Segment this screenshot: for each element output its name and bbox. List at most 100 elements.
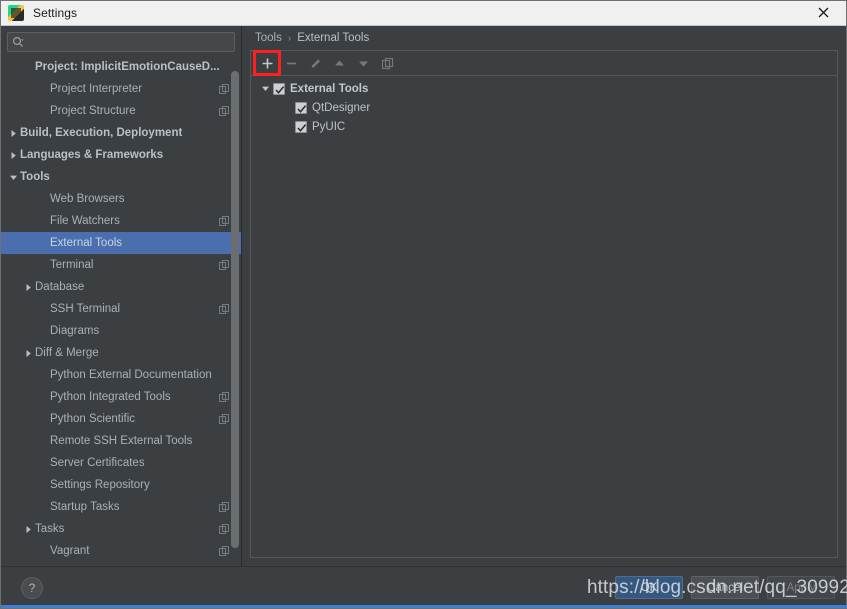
- sidebar-item-python-scientific[interactable]: Python Scientific: [1, 408, 241, 430]
- breadcrumb-separator-icon: ›: [287, 32, 292, 44]
- sidebar-item-project-interpreter[interactable]: Project Interpreter: [1, 78, 241, 100]
- sidebar-item-remote-ssh-external-tools[interactable]: Remote SSH External Tools: [1, 430, 241, 452]
- copy-settings-icon: [219, 546, 229, 556]
- sidebar-item-label: SSH Terminal: [50, 303, 121, 315]
- tools-tree-row[interactable]: PyUIC: [251, 117, 837, 136]
- dialog-footer: ? OK Cancel Apply: [1, 566, 846, 608]
- breadcrumb-current: External Tools: [297, 32, 370, 44]
- sidebar-scrollbar-track[interactable]: [231, 64, 239, 558]
- search-box[interactable]: [7, 32, 235, 52]
- remove-button: [280, 53, 302, 73]
- sidebar-item-label: Project Structure: [50, 105, 136, 117]
- title-bar: Settings: [1, 1, 846, 26]
- sidebar-item-diff-merge[interactable]: Diff & Merge: [1, 342, 241, 364]
- copy-icon: [381, 57, 393, 69]
- check-icon: [275, 85, 285, 94]
- sidebar-item-python-external-documentation[interactable]: Python External Documentation: [1, 364, 241, 386]
- edit-button: [304, 53, 326, 73]
- copy-settings-icon: [219, 502, 229, 512]
- sidebar-item-file-watchers[interactable]: File Watchers: [1, 210, 241, 232]
- search-input[interactable]: [28, 34, 230, 50]
- chevron-right-icon[interactable]: [7, 151, 20, 160]
- tools-tree-label: PyUIC: [312, 120, 346, 133]
- checkbox[interactable]: [295, 120, 307, 133]
- sidebar-tree-scroll: Project: ImplicitEmotionCauseD... Project…: [1, 56, 241, 566]
- sidebar-item-diagrams[interactable]: Diagrams: [1, 320, 241, 342]
- chevron-right-icon[interactable]: [22, 525, 35, 534]
- sidebar-item-server-certificates[interactable]: Server Certificates: [1, 452, 241, 474]
- chevron-right-icon[interactable]: [22, 283, 35, 292]
- copy-settings-icon: [219, 304, 229, 314]
- sidebar-item-build-execution-deployment[interactable]: Build, Execution, Deployment: [1, 122, 241, 144]
- chevron-right-icon[interactable]: [7, 129, 20, 138]
- sidebar-item-external-tools[interactable]: External Tools: [1, 232, 241, 254]
- search-container: [1, 26, 241, 56]
- copy-button: [376, 53, 398, 73]
- copy-settings-icon: [219, 84, 229, 94]
- tools-tree-label: QtDesigner: [312, 101, 371, 114]
- apply-button[interactable]: Apply: [767, 576, 835, 599]
- sidebar-item-project-implicitemotioncaused[interactable]: Project: ImplicitEmotionCauseD...: [1, 56, 241, 78]
- sidebar-item-label: Terminal: [50, 259, 94, 271]
- copy-settings-icon: [219, 216, 229, 226]
- checkbox[interactable]: [273, 82, 285, 95]
- dialog-button-group: OK Cancel Apply: [615, 576, 835, 599]
- breadcrumb: Tools › External Tools: [242, 26, 846, 50]
- close-icon[interactable]: [801, 1, 846, 24]
- sidebar-item-ssh-terminal[interactable]: SSH Terminal: [1, 298, 241, 320]
- search-icon: [12, 36, 24, 47]
- sidebar-item-settings-repository[interactable]: Settings Repository: [1, 474, 241, 496]
- tools-tree: External Tools QtDesigner PyUIC: [251, 76, 837, 557]
- sidebar-item-web-browsers[interactable]: Web Browsers: [1, 188, 241, 210]
- chevron-right-icon[interactable]: [22, 349, 35, 358]
- sidebar-item-label: External Tools: [50, 237, 123, 249]
- sidebar-item-languages-frameworks[interactable]: Languages & Frameworks: [1, 144, 241, 166]
- sidebar-scrollbar-thumb[interactable]: [231, 71, 239, 548]
- sidebar-item-label: Tasks: [35, 523, 65, 535]
- tools-tree-row[interactable]: External Tools: [251, 79, 837, 98]
- sidebar-item-label: Server Certificates: [50, 457, 145, 469]
- sidebar-item-python-integrated-tools[interactable]: Python Integrated Tools: [1, 386, 241, 408]
- ok-button[interactable]: OK: [615, 576, 683, 599]
- move-up-button: [328, 53, 350, 73]
- sidebar-item-startup-tasks[interactable]: Startup Tasks: [1, 496, 241, 518]
- question-icon[interactable]: ?: [21, 576, 43, 599]
- chevron-down-icon[interactable]: [257, 84, 273, 93]
- cancel-button[interactable]: Cancel: [691, 576, 759, 599]
- arrow-down-icon: [358, 61, 368, 66]
- sidebar-item-label: Web Browsers: [50, 193, 125, 205]
- arrow-up-icon: [334, 60, 344, 65]
- sidebar-item-label: Remote SSH External Tools: [50, 435, 193, 447]
- chevron-down-icon[interactable]: [7, 173, 20, 182]
- sidebar-item-database[interactable]: Database: [1, 276, 241, 298]
- sidebar-item-tools[interactable]: Tools: [1, 166, 241, 188]
- sidebar-item-label: Python Scientific: [50, 413, 136, 425]
- sidebar-item-label: Build, Execution, Deployment: [20, 127, 183, 139]
- sidebar-item-vagrant[interactable]: Vagrant: [1, 540, 241, 562]
- settings-sidebar: Project: ImplicitEmotionCauseD... Project…: [1, 26, 242, 566]
- tools-tree-row[interactable]: QtDesigner: [251, 98, 837, 117]
- sidebar-item-label: Settings Repository: [50, 479, 150, 491]
- sidebar-item-terminal[interactable]: Terminal: [1, 254, 241, 276]
- sidebar-tree: Project: ImplicitEmotionCauseD... Project…: [1, 56, 241, 562]
- external-tools-panel: Tools › External Tools External Tools QtD…: [242, 26, 846, 566]
- copy-settings-icon: [219, 524, 229, 534]
- sidebar-item-project-structure[interactable]: Project Structure: [1, 100, 241, 122]
- checkbox[interactable]: [295, 101, 307, 114]
- sidebar-item-tasks[interactable]: Tasks: [1, 518, 241, 540]
- sidebar-item-label: Diff & Merge: [35, 347, 99, 359]
- sidebar-item-label: Database: [35, 281, 85, 293]
- copy-settings-icon: [219, 414, 229, 424]
- add-button[interactable]: [253, 50, 281, 76]
- tools-tree-label: External Tools: [290, 82, 369, 95]
- dialog-body: Project: ImplicitEmotionCauseD... Project…: [1, 26, 846, 566]
- copy-settings-icon: [219, 392, 229, 402]
- sidebar-item-label: Startup Tasks: [50, 501, 120, 513]
- sidebar-item-label: Tools: [20, 171, 50, 183]
- copy-settings-icon: [219, 260, 229, 270]
- sidebar-item-label: Project Interpreter: [50, 83, 143, 95]
- sidebar-item-label: File Watchers: [50, 215, 120, 227]
- pycharm-icon: [8, 5, 24, 21]
- plus-icon: [262, 58, 272, 68]
- breadcrumb-root[interactable]: Tools: [255, 32, 282, 44]
